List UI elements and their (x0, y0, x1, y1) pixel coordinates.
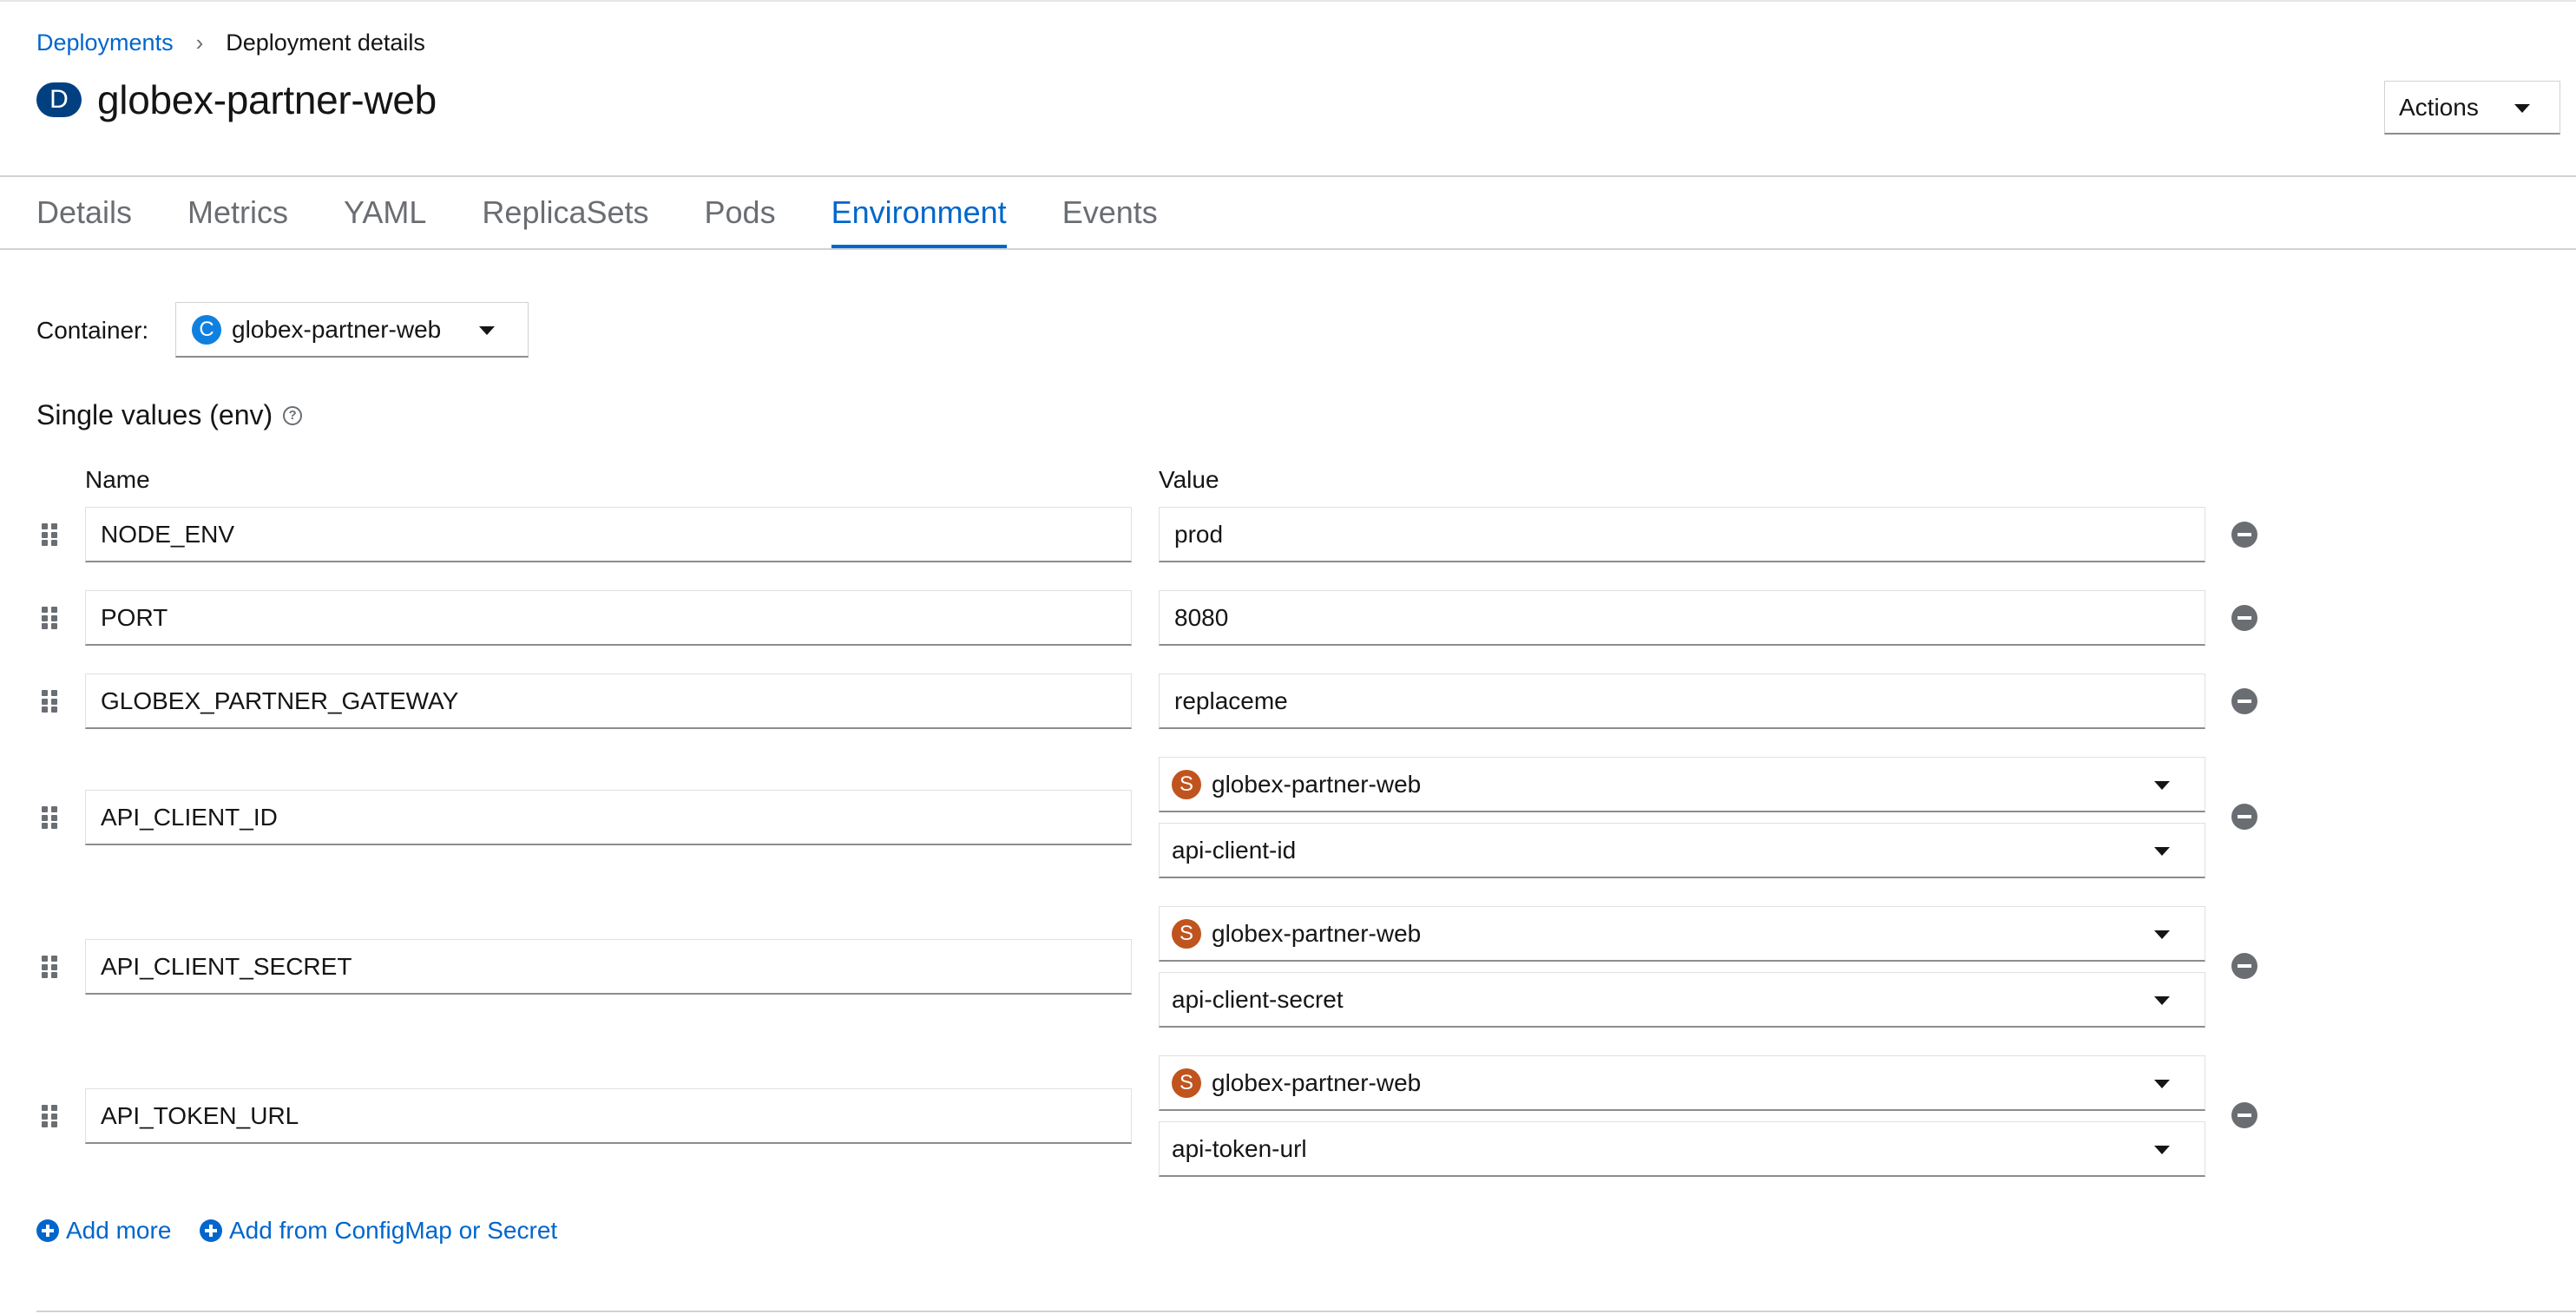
env-name-input[interactable]: PORT (85, 590, 1132, 646)
breadcrumb: Deployments › Deployment details (36, 30, 425, 56)
value-column-header: Value (1159, 466, 1219, 493)
help-icon[interactable]: ? (283, 405, 303, 425)
secret-select[interactable]: S globex-partner-web (1159, 906, 2205, 962)
key-select[interactable]: api-token-url (1159, 1121, 2205, 1177)
section-title: Single values (env) ? (36, 399, 303, 431)
drag-handle-icon[interactable] (42, 690, 57, 713)
env-name-input[interactable]: NODE_ENV (85, 507, 1132, 562)
secret-badge: S (1172, 769, 1201, 799)
caret-down-icon (2154, 930, 2170, 939)
key-select[interactable]: api-client-secret (1159, 972, 2205, 1028)
tab-metrics[interactable]: Metrics (187, 177, 288, 248)
env-name-input[interactable]: API_CLIENT_ID (85, 790, 1132, 845)
breadcrumb-deployments-link[interactable]: Deployments (36, 30, 174, 56)
tab-pods[interactable]: Pods (705, 177, 776, 248)
tab-events[interactable]: Events (1062, 177, 1158, 248)
tab-yaml[interactable]: YAML (344, 177, 426, 248)
env-name-input[interactable]: API_CLIENT_SECRET (85, 939, 1132, 995)
secret-badge: S (1172, 1068, 1201, 1098)
caret-down-icon (479, 326, 495, 335)
plus-circle-icon (36, 1219, 59, 1242)
actions-label: Actions (2399, 93, 2479, 121)
tabs-bottom-divider (0, 248, 2576, 250)
deployment-environment-page: Deployments › Deployment details D globe… (0, 0, 2576, 1314)
secret-badge: S (1172, 918, 1201, 949)
tab-bar: Details Metrics YAML ReplicaSets Pods En… (36, 177, 1213, 248)
container-select-value: globex-partner-web (232, 315, 442, 343)
caret-down-icon (2154, 1080, 2170, 1088)
env-value-input[interactable]: replaceme (1159, 673, 2205, 729)
drag-handle-icon[interactable] (42, 956, 57, 978)
secret-select[interactable]: S globex-partner-web (1159, 757, 2205, 812)
remove-row-icon[interactable] (2231, 1102, 2257, 1128)
page-title: globex-partner-web (97, 77, 437, 122)
env-name-input[interactable]: GLOBEX_PARTNER_GATEWAY (85, 673, 1132, 729)
add-more-label: Add more (66, 1217, 172, 1244)
env-name-input[interactable]: API_TOKEN_URL (85, 1088, 1132, 1144)
secret-select[interactable]: S globex-partner-web (1159, 1055, 2205, 1111)
plus-circle-icon (200, 1219, 222, 1242)
caret-down-icon (2154, 847, 2170, 856)
name-column-header: Name (85, 466, 150, 493)
section-title-text: Single values (env) (36, 399, 273, 430)
key-select-value: api-client-id (1172, 836, 1297, 864)
bottom-divider (36, 1311, 2576, 1312)
env-value-input[interactable]: prod (1159, 507, 2205, 562)
remove-row-icon[interactable] (2231, 688, 2257, 714)
key-select-value: api-token-url (1172, 1134, 1307, 1162)
caret-down-icon (2154, 781, 2170, 790)
breadcrumb-current: Deployment details (226, 30, 425, 56)
actions-dropdown[interactable]: Actions (2384, 81, 2560, 135)
caret-down-icon (2154, 996, 2170, 1005)
deployment-badge: D (36, 82, 82, 117)
top-divider (0, 0, 2576, 2)
container-label: Container: (36, 317, 149, 344)
secret-select-value: globex-partner-web (1212, 770, 1422, 798)
drag-handle-icon[interactable] (42, 806, 57, 829)
drag-handle-icon[interactable] (42, 1105, 57, 1127)
drag-handle-icon[interactable] (42, 523, 57, 546)
remove-row-icon[interactable] (2231, 953, 2257, 979)
tab-replicasets[interactable]: ReplicaSets (482, 177, 648, 248)
add-more-link[interactable]: Add more (36, 1217, 171, 1245)
caret-down-icon (2154, 1146, 2170, 1154)
container-badge: C (192, 314, 221, 345)
drag-handle-icon[interactable] (42, 607, 57, 629)
page-title-row: D globex-partner-web (36, 76, 437, 123)
container-select[interactable]: C globex-partner-web (175, 302, 529, 358)
add-from-configmap-label: Add from ConfigMap or Secret (229, 1217, 558, 1244)
caret-down-icon (2514, 104, 2530, 113)
key-select-value: api-client-secret (1172, 985, 1344, 1013)
tab-details[interactable]: Details (36, 177, 132, 248)
env-value-input[interactable]: 8080 (1159, 590, 2205, 646)
remove-row-icon[interactable] (2231, 605, 2257, 631)
breadcrumb-separator-icon: › (195, 30, 204, 56)
remove-row-icon[interactable] (2231, 804, 2257, 830)
key-select[interactable]: api-client-id (1159, 823, 2205, 878)
tab-environment[interactable]: Environment (831, 177, 1007, 248)
add-from-configmap-link[interactable]: Add from ConfigMap or Secret (200, 1217, 557, 1245)
secret-select-value: globex-partner-web (1212, 1068, 1422, 1096)
secret-select-value: globex-partner-web (1212, 919, 1422, 947)
remove-row-icon[interactable] (2231, 522, 2257, 548)
